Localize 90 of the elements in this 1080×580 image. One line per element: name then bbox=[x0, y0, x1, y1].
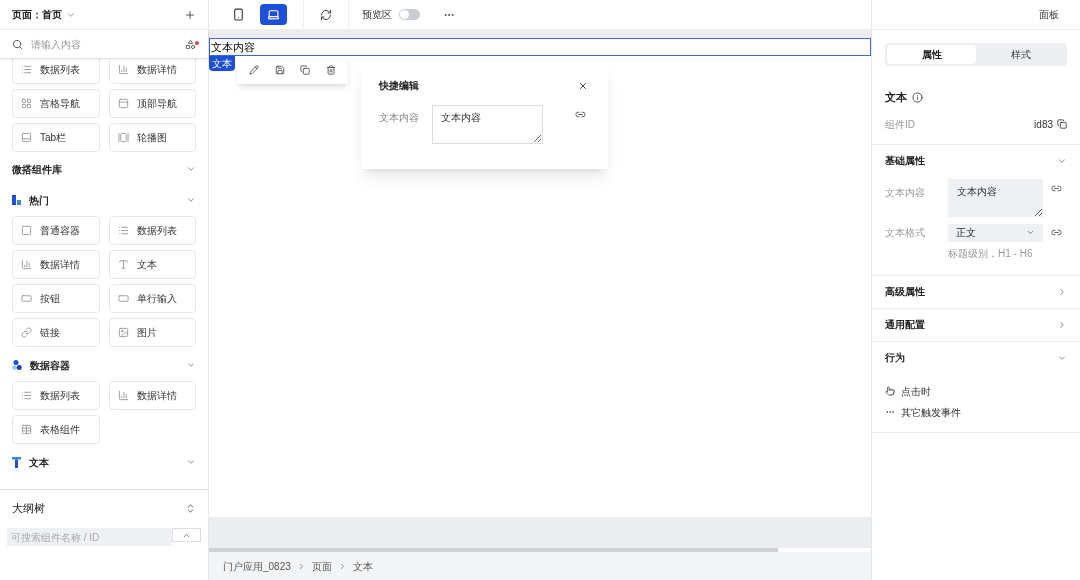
component-card[interactable]: 顶部导航 bbox=[108, 89, 196, 118]
chart-icon bbox=[21, 259, 32, 270]
add-icon[interactable] bbox=[184, 8, 196, 21]
chart-icon bbox=[117, 64, 129, 75]
component-title: 文本 bbox=[885, 90, 907, 105]
close-icon[interactable] bbox=[578, 80, 588, 91]
component-card[interactable]: 数据详情 bbox=[108, 58, 196, 84]
copy-icon[interactable] bbox=[1057, 119, 1067, 129]
list-icon bbox=[21, 64, 32, 75]
component-card[interactable]: 宫格导航 bbox=[12, 89, 100, 118]
link-icon[interactable] bbox=[575, 109, 586, 120]
field-label: 文本内容 bbox=[379, 111, 420, 125]
component-card[interactable]: 数据详情 bbox=[108, 381, 196, 410]
chart-icon bbox=[117, 390, 129, 401]
panel-icon bbox=[117, 98, 129, 109]
preview-label: 预览区 bbox=[362, 8, 392, 22]
group-title: 热门 bbox=[29, 193, 49, 208]
panel-button[interactable]: 面板 bbox=[1039, 7, 1059, 22]
element-tag: 文本 bbox=[209, 56, 235, 71]
link-icon[interactable] bbox=[1051, 227, 1062, 238]
save-icon[interactable] bbox=[274, 65, 285, 75]
image-icon bbox=[117, 327, 129, 338]
blocks-icon bbox=[12, 195, 21, 205]
edit-icon[interactable] bbox=[248, 65, 259, 75]
list-icon bbox=[117, 225, 129, 236]
outline-title: 大纲树 bbox=[12, 500, 45, 516]
expand-collapse-icon[interactable] bbox=[185, 502, 196, 514]
gallery-icon bbox=[117, 132, 129, 143]
event-item[interactable]: 点击时 bbox=[901, 383, 931, 399]
panel-tab[interactable]: 属性 bbox=[887, 45, 976, 64]
page-selector[interactable]: 页面：首页 bbox=[12, 7, 76, 22]
section-title[interactable]: 基础属性 bbox=[885, 153, 925, 168]
dots-icon bbox=[12, 360, 22, 370]
group-title: 文本 bbox=[29, 455, 49, 470]
selected-text-element[interactable]: 文本内容 bbox=[209, 38, 871, 56]
component-card[interactable]: 普通容器 bbox=[12, 216, 100, 245]
id-label: 组件ID bbox=[885, 117, 915, 132]
rectangle-icon bbox=[117, 293, 129, 304]
phone-icon bbox=[232, 8, 245, 21]
grid-icon bbox=[21, 98, 32, 109]
refresh-icon[interactable] bbox=[320, 8, 332, 21]
info-icon[interactable] bbox=[912, 91, 923, 103]
text-content-field[interactable]: 文本内容 bbox=[432, 105, 543, 144]
breadcrumb-item[interactable]: 门户应用_0823 bbox=[223, 558, 291, 574]
laptop-icon bbox=[267, 8, 280, 21]
square-icon bbox=[21, 225, 32, 236]
section-title[interactable]: 行为 bbox=[885, 350, 905, 365]
pointer-icon bbox=[885, 386, 895, 396]
text-icon bbox=[12, 456, 21, 468]
text-icon bbox=[117, 259, 129, 270]
list-icon bbox=[21, 390, 32, 401]
delete-icon[interactable] bbox=[326, 65, 337, 75]
breadcrumb-item[interactable]: 文本 bbox=[352, 558, 373, 574]
component-card[interactable]: 数据列表 bbox=[12, 381, 100, 410]
table-icon bbox=[21, 424, 32, 435]
component-card[interactable]: Tab栏 bbox=[12, 123, 100, 152]
component-card[interactable]: 单行输入 bbox=[108, 284, 196, 313]
component-card[interactable]: 按钮 bbox=[12, 284, 100, 313]
section-title: 微搭组件库 bbox=[12, 162, 62, 177]
section-title[interactable]: 通用配置 bbox=[885, 317, 925, 332]
panel-icon bbox=[21, 132, 32, 143]
component-card[interactable]: 链接 bbox=[12, 318, 100, 347]
shapes-icon[interactable] bbox=[185, 38, 196, 50]
breadcrumb-item[interactable]: 页面 bbox=[311, 558, 332, 574]
component-card[interactable]: 表格组件 bbox=[12, 415, 100, 444]
event-item[interactable]: 其它触发事件 bbox=[901, 404, 961, 420]
component-card[interactable]: 数据详情 bbox=[12, 250, 100, 279]
field-label: 文本内容 bbox=[885, 185, 926, 200]
link-icon bbox=[21, 327, 32, 338]
search-icon bbox=[12, 38, 23, 50]
component-card[interactable]: 文本 bbox=[108, 250, 196, 279]
id-value: id83 bbox=[1034, 117, 1053, 132]
rectangle-icon bbox=[21, 293, 32, 304]
field-hint: 标题级别，H1 - H6 bbox=[948, 246, 1034, 261]
text-content-field[interactable]: 文本内容 bbox=[948, 178, 1043, 217]
chevron-down-icon bbox=[1026, 228, 1035, 237]
format-select[interactable]: 正文 bbox=[948, 223, 1043, 242]
panel-tab[interactable]: 样式 bbox=[976, 45, 1065, 64]
field-label: 文本格式 bbox=[885, 226, 926, 240]
desktop-view-button[interactable] bbox=[260, 4, 287, 25]
popup-title: 快捷编辑 bbox=[379, 79, 419, 93]
section-title[interactable]: 高级属性 bbox=[885, 284, 925, 299]
component-card[interactable]: 数据列表 bbox=[108, 216, 196, 245]
component-card[interactable]: 数据列表 bbox=[12, 58, 100, 84]
component-card[interactable]: 图片 bbox=[108, 318, 196, 347]
preview-toggle[interactable] bbox=[399, 9, 420, 20]
component-card[interactable]: 轮播图 bbox=[108, 123, 196, 152]
copy-icon[interactable] bbox=[300, 65, 311, 75]
group-title: 数据容器 bbox=[30, 358, 70, 373]
search-field[interactable]: 请输入内容 bbox=[31, 36, 177, 52]
